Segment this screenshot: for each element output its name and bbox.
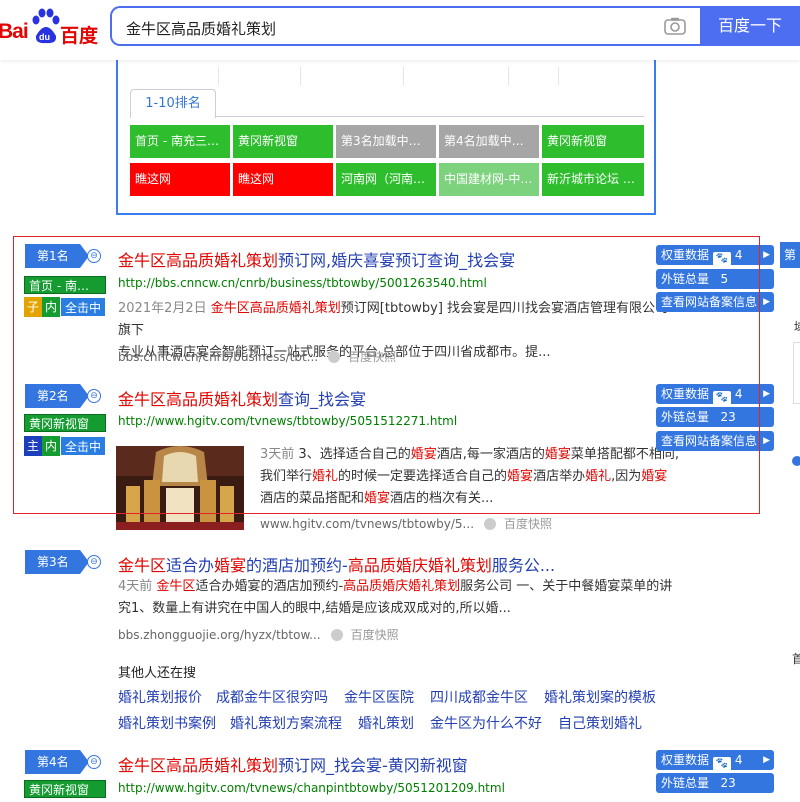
result-snippet: 3天前 3、选择适合自己的婚宴酒店,每一家酒店的婚宴菜单搭配都不相同, 我们举行… [260,447,680,506]
result-cite[interactable]: www.hgitv.com/tvnews/tbtowby/5... 百度快照 [260,515,552,532]
external-links-button[interactable]: 外链总量 5 [656,269,774,289]
tag: 子 [24,297,42,317]
chevron-icon [484,518,497,530]
rank-badge-4: 第4名 ⊖ [25,750,103,774]
sidebar-paw-icon [792,456,800,466]
related-link[interactable]: 四川成都金牛区 [430,687,528,707]
result-title[interactable]: 金牛区高品质婚礼策划查询_找会宴 [118,386,366,410]
rank-label: 第4名 [25,750,89,774]
link-icon: ⊖ [87,249,101,263]
sidebar-box [793,342,800,404]
top-bar: Bai du 百度 金牛区高品质婚礼策划 百度一下 [0,0,800,60]
rank-label: 第3名 [25,550,89,574]
chevron-icon [330,629,343,641]
rank-badge-1: 第1名 ⊖ [25,244,103,268]
tag: 内 [42,436,60,456]
result-cite[interactable]: bbs.zhongguojie.org/hyzx/tbtow... 百度快照 [118,626,399,643]
search-query: 金牛区高品质婚礼策划 [126,20,277,38]
sidebar-text: 域 [794,318,800,335]
camera-icon[interactable] [664,17,686,35]
result-thumbnail[interactable] [116,446,244,530]
related-searches-title: 其他人还在搜 [118,666,197,681]
related-link[interactable]: 金牛区为什么不好 [430,713,542,733]
icp-record-button[interactable]: 查看网站备案信息 ▶ [656,292,774,312]
result-title[interactable]: 金牛区高品质婚礼策划预订网_找会宴-黄冈新视窗 [118,752,468,776]
paw-icon: 🐾 [713,757,732,771]
ranking-panel: 1-10排名 首页 - 南充三… 黄冈新视窗 第3名加载中… 第4名加载中… 黄冈新视窗… [116,55,656,215]
related-link[interactable]: 婚礼策划书案例 [118,713,216,733]
weight-data-button[interactable]: 权重数据 🐾 4 ▶ [656,384,774,405]
logo-paw-text: du [39,32,50,42]
grid-line [403,67,404,85]
rank-cell[interactable]: 黄冈新视窗 [233,125,333,158]
snapshot-link: 百度快照 [504,517,553,531]
result-title[interactable]: 金牛区适合办婚宴的酒店加预约-高品质婚庆婚礼策划服务公... [118,552,555,576]
link-icon: ⊖ [87,555,101,569]
chevron-icon [328,351,341,363]
tab-rank-1-10[interactable]: 1-10排名 [130,89,216,118]
result-cite[interactable]: bbs.cnncw.cn/cnrb/business/tbt... 百度快照 [118,348,396,365]
grid-line [508,67,509,85]
icp-record-button[interactable]: 查看网站备案信息 ▶ [656,431,774,451]
tag: 主 [24,436,42,456]
rank-label: 第2名 [25,384,89,408]
rank-cell[interactable]: 瞧这网 [233,163,333,196]
related-link[interactable]: 自己策划婚礼 [558,713,642,733]
link-icon: ⊖ [87,389,101,403]
rank-badge-2: 第2名 ⊖ [25,384,103,408]
sidebar-tab[interactable]: 第 [780,242,800,268]
grid-line [218,67,219,85]
logo-text-left: Bai [0,20,29,43]
site-badge: 黄冈新视窗 [24,414,106,432]
weight-data-button[interactable]: 权重数据 🐾 4 ▶ [656,245,774,266]
rank-cell[interactable]: 黄冈新视窗 [542,125,644,158]
result-url[interactable]: http://www.hgitv.com/tvnews/chanpintbtow… [118,781,505,795]
rank-cell[interactable]: 第3名加载中… [336,125,436,158]
external-links-button[interactable]: 外链总量 23 [656,773,774,793]
related-link[interactable]: 金牛区医院 [344,687,414,707]
related-link[interactable]: 婚礼策划报价 [118,687,202,707]
external-links-button[interactable]: 外链总量 23 [656,407,774,427]
result-url[interactable]: http://bbs.cnncw.cn/cnrb/business/tbtowb… [118,276,487,290]
rank-cell[interactable]: 新沂城市论坛 … [542,163,644,196]
related-link[interactable]: 婚礼策划案的模板 [544,687,656,707]
grid-line [558,67,559,85]
rank-cell[interactable]: 河南网（河南… [336,163,436,196]
result-url[interactable]: http://www.hgitv.com/tvnews/tbtowby/5051… [118,414,457,428]
result-snippet: 4天前 金牛区适合办婚宴的酒店加预约-高品质婚庆婚礼策划服务公司 一、关于中餐婚… [118,579,673,616]
related-link[interactable]: 成都金牛区很穷吗 [216,687,328,707]
search-button[interactable]: 百度一下 [700,6,800,46]
rank-badge-3: 第3名 ⊖ [25,550,103,574]
rank-cell[interactable]: 瞧这网 [130,163,230,196]
paw-icon: 🐾 [713,391,732,405]
tag: 内 [42,297,60,317]
baidu-logo[interactable]: Bai du 百度 [0,8,100,48]
site-badge: 黄冈新视窗 [24,780,106,798]
site-badge: 首页 - 南… [24,276,106,294]
paw-icon: 🐾 [713,252,732,266]
tag: 全击中 [60,436,106,456]
rank-cell[interactable]: 第4名加载中… [439,125,539,158]
related-link[interactable]: 婚礼策划 [358,713,414,733]
related-link[interactable]: 婚礼策划方案流程 [230,713,342,733]
grid-line [300,67,301,85]
weight-data-button[interactable]: 权重数据 🐾 4 ▶ [656,750,774,771]
snapshot-link: 百度快照 [348,350,397,364]
sidebar-text: 首 [792,652,800,666]
snapshot-link: 百度快照 [350,628,399,642]
rank-cell[interactable]: 首页 - 南充三… [130,125,230,158]
right-sidebar-edge: 第 域 首 [780,242,800,802]
search-input[interactable]: 金牛区高品质婚礼策划 [110,6,700,46]
rank-cell[interactable]: 中国建材网-中… [439,163,539,196]
result-title[interactable]: 金牛区高品质婚礼策划预订网,婚庆喜宴预订查询_找会宴 [118,247,515,271]
rank-label: 第1名 [25,244,89,268]
logo-text-right: 百度 [60,25,99,47]
tag: 全击中 [60,297,106,317]
link-icon: ⊖ [87,755,101,769]
baidu-paw-icon: du [32,8,60,44]
